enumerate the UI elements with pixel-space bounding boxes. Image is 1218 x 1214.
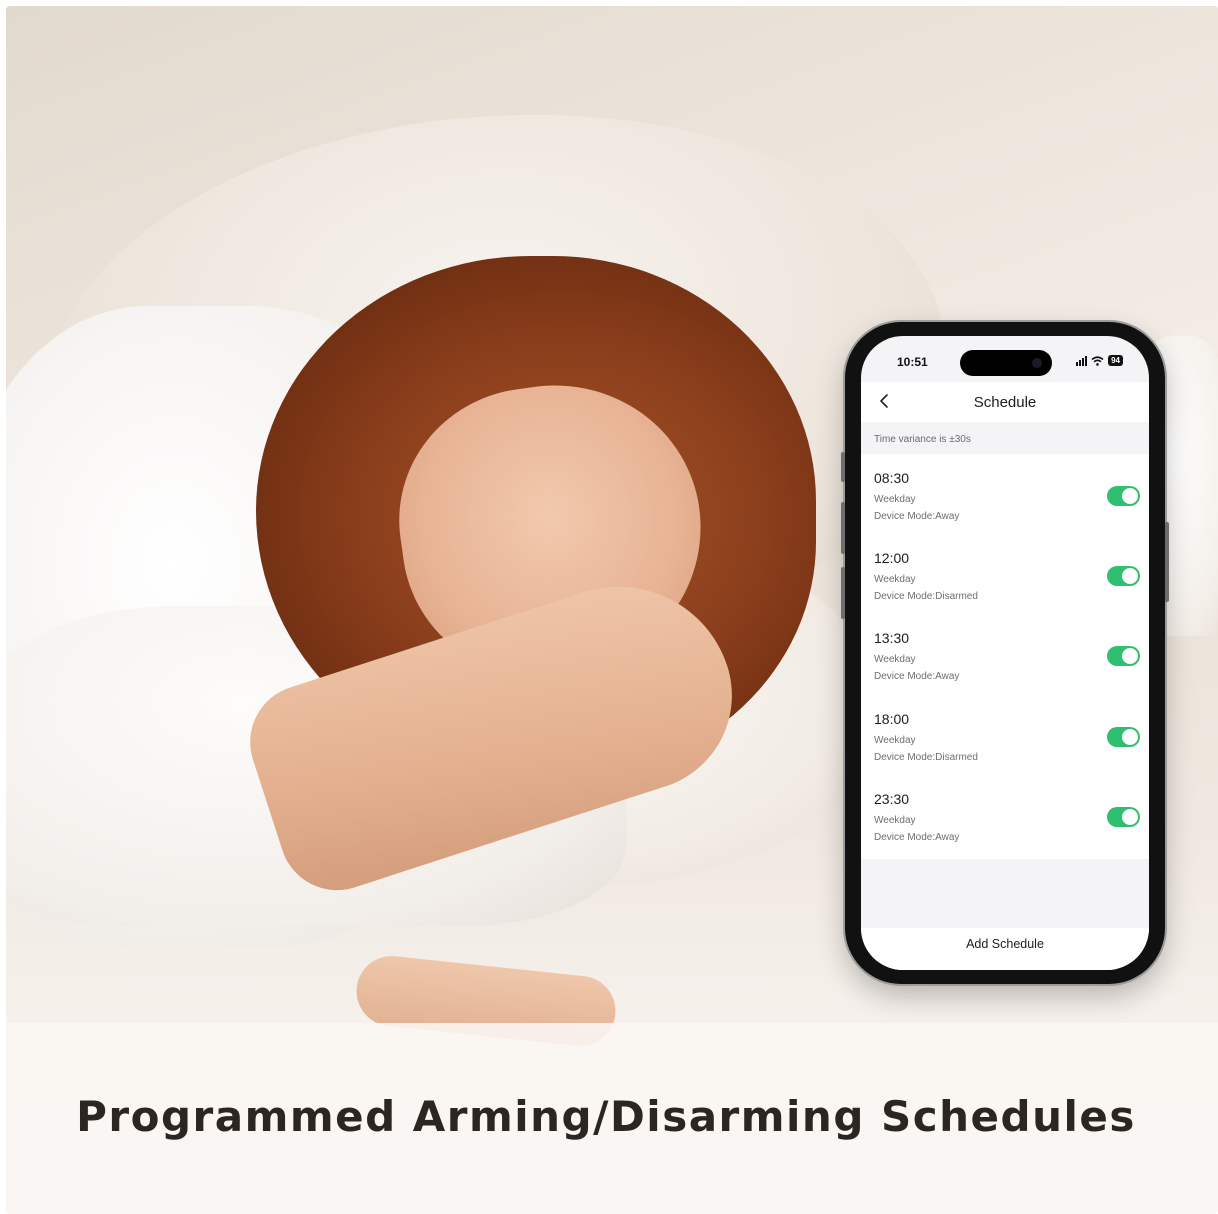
schedule-list: 08:30 Weekday Device Mode:Away 12:00 Wee…	[861, 454, 1149, 859]
schedule-toggle[interactable]	[1107, 727, 1140, 747]
schedule-row[interactable]: 12:00 Weekday Device Mode:Disarmed	[861, 544, 1149, 624]
schedule-mode: Device Mode:Away	[874, 832, 960, 843]
phone-mockup: 10:51 94 Schedule Time variance is ±30s …	[841, 322, 1169, 984]
schedule-time: 13:30	[874, 630, 910, 646]
phone-screen: 10:51 94 Schedule Time variance is ±30s …	[861, 336, 1149, 970]
nav-bar: Schedule	[861, 382, 1149, 422]
battery-icon: 94	[1108, 355, 1123, 366]
schedule-time: 18:00	[874, 711, 910, 727]
headline-caption: Programmed Arming/Disarming Schedules	[76, 1092, 1136, 1141]
schedule-row[interactable]: 08:30 Weekday Device Mode:Away	[861, 464, 1149, 544]
schedule-time: 23:30	[874, 791, 910, 807]
schedule-toggle[interactable]	[1107, 646, 1140, 666]
schedule-mode: Device Mode:Away	[874, 511, 960, 522]
add-schedule-button[interactable]: Add Schedule	[861, 936, 1149, 952]
schedule-time: 08:30	[874, 470, 910, 486]
schedule-repeat: Weekday	[874, 654, 916, 665]
schedule-repeat: Weekday	[874, 574, 916, 585]
toggle-knob	[1122, 488, 1138, 504]
toggle-knob	[1122, 568, 1138, 584]
toggle-knob	[1122, 729, 1138, 745]
schedule-toggle[interactable]	[1107, 486, 1140, 506]
schedule-mode: Device Mode:Away	[874, 671, 960, 682]
schedule-mode: Device Mode:Disarmed	[874, 752, 978, 763]
phone-action-button	[841, 452, 845, 482]
schedule-repeat: Weekday	[874, 815, 916, 826]
bottom-bar: Add Schedule	[861, 928, 1149, 970]
toggle-knob	[1122, 648, 1138, 664]
schedule-row[interactable]: 18:00 Weekday Device Mode:Disarmed	[861, 705, 1149, 785]
schedule-repeat: Weekday	[874, 494, 916, 505]
toggle-knob	[1122, 809, 1138, 825]
schedule-toggle[interactable]	[1107, 566, 1140, 586]
schedule-mode: Device Mode:Disarmed	[874, 591, 978, 602]
schedule-repeat: Weekday	[874, 735, 916, 746]
wifi-icon	[1091, 355, 1104, 366]
product-photo: 10:51 94 Schedule Time variance is ±30s …	[6, 6, 1218, 1214]
page-title: Schedule	[973, 394, 1037, 411]
phone-volume-down	[841, 567, 845, 619]
schedule-time: 12:00	[874, 550, 910, 566]
dynamic-island	[960, 350, 1052, 376]
schedule-row[interactable]: 23:30 Weekday Device Mode:Away	[861, 785, 1149, 865]
phone-volume-up	[841, 502, 845, 554]
signal-icon	[1076, 355, 1088, 366]
phone-power-button	[1165, 522, 1169, 602]
schedule-row[interactable]: 13:30 Weekday Device Mode:Away	[861, 624, 1149, 704]
status-time: 10:51	[897, 355, 928, 369]
schedule-toggle[interactable]	[1107, 807, 1140, 827]
status-icons: 94	[1076, 355, 1123, 366]
time-variance-notice: Time variance is ±30s	[874, 434, 971, 445]
camera-lens	[1032, 358, 1042, 368]
